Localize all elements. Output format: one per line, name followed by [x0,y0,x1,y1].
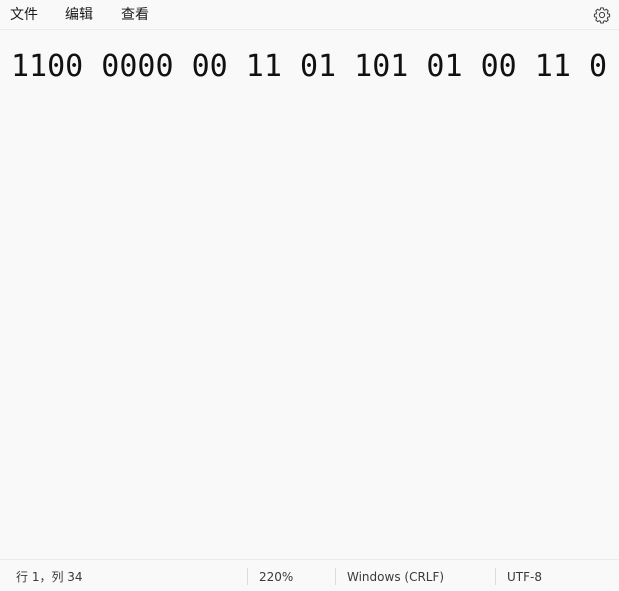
menu-edit[interactable]: 编辑 [63,0,95,30]
encoding[interactable]: UTF-8 [507,560,542,591]
notepad-window: 文件 编辑 查看 1100 0000 00 11 01 101 01 00 11… [0,0,619,591]
menu-file[interactable]: 文件 [8,0,40,30]
zoom-level[interactable]: 220% [259,560,293,591]
cursor-position: 行 1，列 34 [16,570,83,584]
menu-bar: 文件 编辑 查看 [0,0,619,30]
status-divider [495,568,496,585]
status-bar: 行 1，列 34 220% Windows (CRLF) UTF-8 [0,559,619,591]
menu-view[interactable]: 查看 [119,0,151,30]
status-divider [335,568,336,585]
settings-button[interactable] [593,6,611,24]
line-ending[interactable]: Windows (CRLF) [347,560,444,591]
status-divider [247,568,248,585]
text-editor[interactable]: 1100 0000 00 11 01 101 01 00 11 0 [0,31,619,559]
editor-content[interactable]: 1100 0000 00 11 01 101 01 00 11 0 [11,47,607,87]
gear-icon [593,7,611,24]
